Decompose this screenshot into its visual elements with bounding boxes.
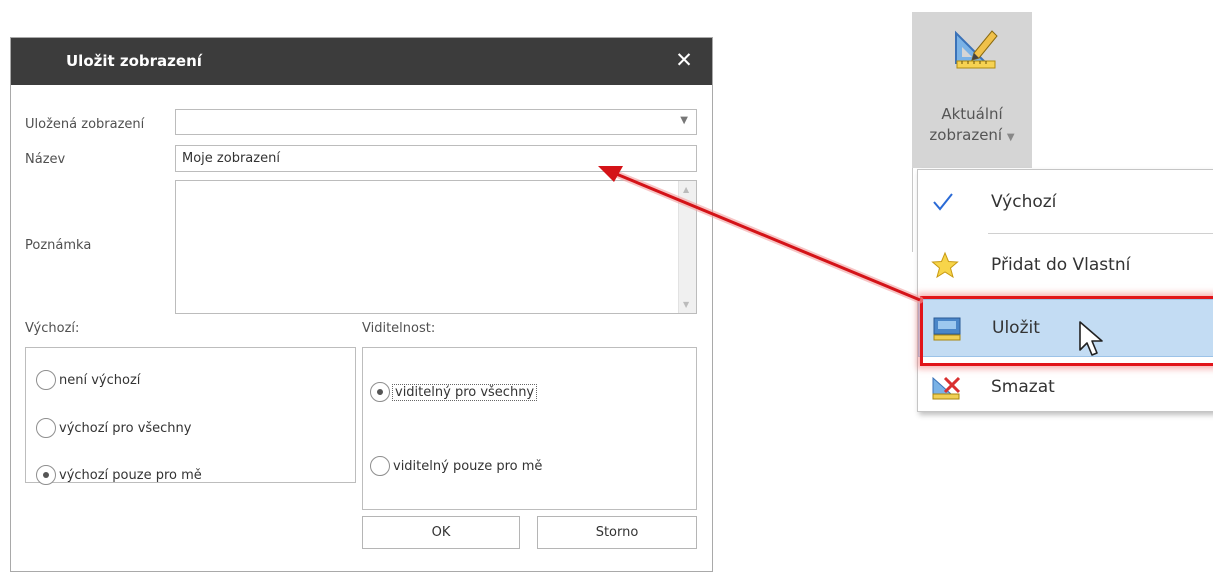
name-label: Název xyxy=(25,152,66,167)
chevron-down-icon[interactable]: ▼ xyxy=(680,115,688,126)
radio-label: není výchozí xyxy=(59,372,141,388)
radio-button-selected[interactable] xyxy=(36,465,56,485)
menu-item-label: Uložit xyxy=(992,318,1040,338)
ok-button[interactable]: OK xyxy=(362,516,520,549)
radio-visible-only-me[interactable]: viditelný pouze pro mě xyxy=(370,456,542,476)
ribbon-label-line1: Aktuální xyxy=(941,105,1003,123)
radio-default-for-all[interactable]: výchozí pro všechny xyxy=(36,418,191,438)
current-view-ribbon-button[interactable]: Aktuální zobrazení ▼ xyxy=(912,12,1032,168)
default-group: není výchozí výchozí pro všechny výchozí… xyxy=(25,347,356,485)
radio-button[interactable] xyxy=(36,418,56,438)
note-label: Poznámka xyxy=(25,238,92,253)
radio-label: viditelný pro všechny xyxy=(391,383,538,401)
save-view-dialog: Uložit zobrazení ✕ Uložená zobrazení ▼ N… xyxy=(10,37,713,572)
menu-item-save[interactable]: Uložit xyxy=(918,299,1213,357)
ribbon-label-line2: zobrazení xyxy=(929,126,1003,144)
cancel-button[interactable]: Storno xyxy=(537,516,697,549)
note-textarea[interactable]: ▲ ▼ xyxy=(175,180,697,314)
current-view-menu: Výchozí Přidat do Vlastní Uložit Smazat xyxy=(917,169,1213,412)
saved-views-combo[interactable]: ▼ xyxy=(175,109,697,135)
radio-default-only-me[interactable]: výchozí pouze pro mě xyxy=(36,465,202,485)
menu-item-delete[interactable]: Smazat xyxy=(918,358,1213,416)
dialog-titlebar[interactable]: Uložit zobrazení ✕ xyxy=(11,38,712,85)
radio-label: výchozí pro všechny xyxy=(59,420,192,436)
radio-button-selected[interactable] xyxy=(370,382,390,402)
dialog-title: Uložit zobrazení xyxy=(66,52,202,70)
note-scrollbar[interactable]: ▲ ▼ xyxy=(678,181,696,313)
menu-item-add-to-custom[interactable]: Přidat do Vlastní xyxy=(918,236,1213,294)
star-icon xyxy=(931,251,959,279)
radio-label: viditelný pouze pro mě xyxy=(393,458,543,474)
radio-button[interactable] xyxy=(370,456,390,476)
saved-views-label: Uložená zobrazení xyxy=(25,117,145,132)
scroll-down-icon[interactable]: ▼ xyxy=(683,300,689,309)
menu-item-label: Výchozí xyxy=(991,192,1057,212)
mouse-cursor-icon xyxy=(1079,321,1103,356)
save-view-icon xyxy=(933,317,961,341)
radio-button[interactable] xyxy=(36,370,56,390)
radio-visible-all[interactable]: viditelný pro všechny xyxy=(370,382,538,402)
menu-separator xyxy=(988,233,1213,234)
checkmark-icon xyxy=(933,193,953,211)
name-input[interactable] xyxy=(176,146,696,171)
radio-label: výchozí pouze pro mě xyxy=(59,467,202,483)
radio-not-default[interactable]: není výchozí xyxy=(36,370,140,390)
delete-view-icon xyxy=(932,376,961,400)
menu-item-label: Smazat xyxy=(991,377,1055,397)
menu-item-label: Přidat do Vlastní xyxy=(991,255,1131,275)
default-group-label: Výchozí: xyxy=(25,321,80,336)
ruler-pencil-icon xyxy=(955,30,998,69)
name-field[interactable] xyxy=(175,145,697,172)
visibility-group: viditelný pro všechny viditelný pouze pr… xyxy=(362,347,697,510)
menu-item-default[interactable]: Výchozí xyxy=(918,173,1213,231)
visibility-group-label: Viditelnost: xyxy=(362,321,436,336)
close-icon[interactable]: ✕ xyxy=(672,48,696,72)
ribbon-button-label: Aktuální zobrazení ▼ xyxy=(912,104,1032,148)
scroll-up-icon[interactable]: ▲ xyxy=(683,185,689,194)
chevron-down-icon: ▼ xyxy=(1006,132,1015,143)
